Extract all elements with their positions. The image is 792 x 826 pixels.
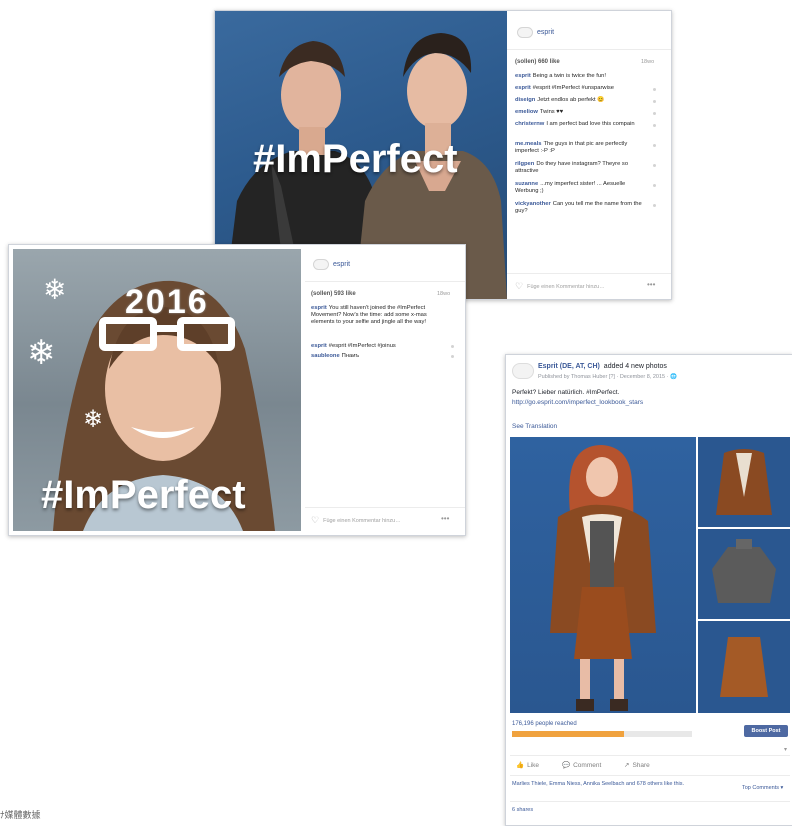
likers-text[interactable]: Marlies Thiele, Emma Niess, Annika Seelb…	[512, 781, 722, 788]
comment-like-icon[interactable]	[653, 204, 656, 207]
reach-bar-fill	[512, 731, 624, 737]
skirt-product	[720, 637, 768, 697]
instagram-post-left: 2016 ❄ ❄ ❄ #ImPerfect esprit (sollen) 59…	[8, 244, 466, 536]
post-top-age: 18wo	[641, 59, 655, 65]
comment: esprit #esprit #ImPerfect #unsparwise	[515, 85, 614, 91]
page-avatar[interactable]	[512, 363, 534, 379]
comment: diseign Jetzt endlos ab perfekt 😊	[515, 97, 605, 103]
reach-text[interactable]: 176,196 people reached	[512, 721, 577, 727]
post-text: Perfekt? Lieber natürlich. #ImPerfect.	[512, 389, 620, 396]
post-left-age: 18wo	[437, 291, 451, 297]
like-button[interactable]: 👍 Like	[516, 761, 539, 770]
post-left-sidebar: esprit (sollen) 593 like 18wo esprit You …	[305, 245, 465, 535]
fb-main-photo[interactable]	[510, 437, 696, 713]
like-icon: 👍	[516, 762, 525, 769]
post-left-photo[interactable]: 2016 ❄ ❄ ❄ #ImPerfect	[13, 249, 301, 531]
post-link[interactable]: http://go.esprit.com/imperfect_lookbook_…	[512, 399, 643, 406]
top-comments-toggle[interactable]: Top Comments ▾	[742, 785, 783, 791]
comment: saubleone Пнаиъ	[311, 353, 360, 359]
comment: esprit You still haven't joined the #ImPe…	[311, 305, 427, 325]
glasses-bridge	[155, 325, 179, 332]
comment: rilgpen Do they have instagram? Theyre so…	[515, 161, 629, 174]
coat-product	[716, 449, 772, 515]
comment-like-icon[interactable]	[653, 112, 656, 115]
comment: christernw I am perfect bad love this com…	[515, 121, 635, 127]
post-top-add-comment[interactable]: ♡ Füge einen Kommentar hinzu…	[515, 281, 605, 292]
share-icon: ↗	[624, 762, 630, 769]
snowflake-icon: ❄	[27, 334, 56, 372]
model-figure	[550, 445, 656, 711]
post-top-likes: (sollen) 660 like	[515, 59, 560, 65]
heart-icon[interactable]: ♡	[515, 281, 523, 292]
share-button[interactable]: ↗ Share	[624, 761, 650, 770]
comment: vickyanother Can you tell me the name fro…	[515, 201, 642, 214]
comment: me.meals The guys in that pic are perfect…	[515, 141, 628, 154]
comment: emeliow Twins ♥♥	[515, 109, 564, 115]
comment: esprit #esprit #ImPerfect #joinus	[311, 343, 396, 349]
comment: suzanne ...my imperfect sister! ... Aesue…	[515, 181, 626, 194]
post-left-add-comment[interactable]: ♡ Füge einen Kommentar hinzu…	[311, 515, 401, 526]
comment-like-icon[interactable]	[451, 345, 454, 348]
boost-post-button[interactable]: Boost Post	[744, 725, 788, 737]
fb-thumb-coat[interactable]	[698, 437, 790, 527]
action-text: added 4 new photos	[603, 363, 667, 370]
glasses-2016-prop: 2016	[99, 283, 235, 353]
comment-like-icon[interactable]	[653, 164, 656, 167]
see-translation-link[interactable]: See Translation	[512, 423, 557, 430]
comment-like-icon[interactable]	[653, 88, 656, 91]
comment-like-icon[interactable]	[653, 184, 656, 187]
glasses-right-lens	[177, 317, 235, 351]
heart-icon[interactable]: ♡	[311, 515, 319, 526]
comment-icon: 💬	[562, 762, 571, 769]
glasses-left-lens	[99, 317, 157, 351]
chevron-down-icon[interactable]: ▾	[784, 746, 787, 753]
facebook-post: Esprit (DE, AT, CH) added 4 new photos P…	[505, 354, 792, 826]
comment-like-icon[interactable]	[653, 100, 656, 103]
more-options-icon[interactable]: •••	[647, 280, 655, 289]
more-options-icon[interactable]: •••	[441, 514, 449, 523]
footer-caption: ﾅ媒體數據	[0, 810, 41, 820]
comment-like-icon[interactable]	[451, 355, 454, 358]
comment-like-icon[interactable]	[653, 144, 656, 147]
reach-bar-track	[512, 731, 692, 737]
page-name[interactable]: Esprit (DE, AT, CH) added 4 new photos	[538, 363, 667, 370]
comment: esprit Being a twin is twice the fun!	[515, 73, 606, 79]
post-top-hashtag: #ImPerfect	[253, 137, 458, 181]
sweater-product	[712, 539, 776, 603]
shares-count[interactable]: 6 shares	[512, 807, 533, 813]
post-meta: Published by Thomas Huber [?] · December…	[538, 374, 677, 380]
avatar	[517, 27, 533, 38]
post-left-likes: (sollen) 593 like	[311, 291, 356, 297]
fb-thumb-skirt[interactable]	[698, 621, 790, 713]
account-name: esprit	[333, 261, 351, 268]
post-left-account[interactable]: esprit	[313, 259, 350, 270]
comment-button[interactable]: 💬 Comment	[562, 761, 601, 770]
snowflake-icon: ❄	[83, 406, 104, 433]
snowflake-icon: ❄	[43, 274, 67, 305]
post-top-sidebar: esprit (sollen) 660 like 18wo esprit Bein…	[507, 11, 671, 299]
avatar	[313, 259, 329, 270]
post-left-hashtag: #ImPerfect	[41, 473, 246, 517]
post-top-account[interactable]: esprit	[517, 27, 554, 38]
account-name: esprit	[537, 29, 555, 36]
fb-thumb-sweater[interactable]	[698, 529, 790, 619]
comment-like-icon[interactable]	[653, 124, 656, 127]
